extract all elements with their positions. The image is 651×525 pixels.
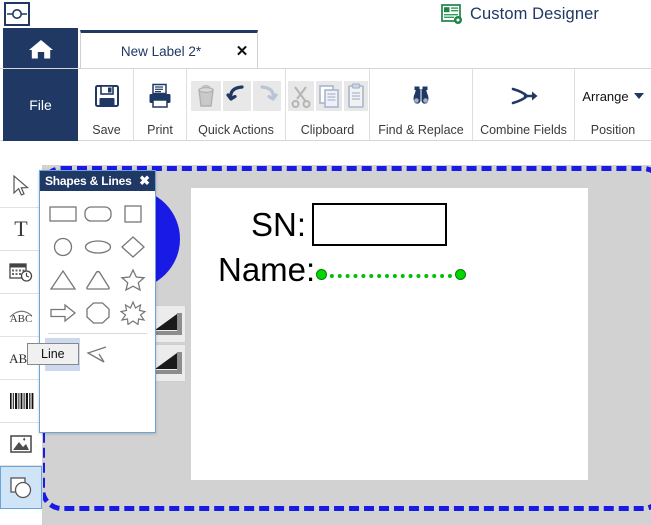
datetime-tool[interactable] — [0, 251, 42, 294]
print-icon[interactable] — [145, 81, 175, 111]
cut-icon[interactable] — [287, 81, 314, 111]
barcode-tool[interactable] — [0, 380, 42, 423]
curved-text-tool[interactable]: ABC — [0, 294, 42, 337]
rectangle-shape[interactable] — [45, 197, 80, 230]
ribbon-group-label: Find & Replace — [378, 123, 464, 137]
ribbon-group-label: Position — [590, 123, 636, 137]
binoculars-icon[interactable] — [405, 82, 437, 110]
curved-text-icon: ABC — [9, 310, 33, 325]
gradient-triangle-icon — [154, 352, 182, 374]
arrange-dropdown[interactable]: Arrange — [582, 88, 644, 104]
ribbon-group-label: Clipboard — [300, 123, 355, 137]
shape-grid — [40, 191, 155, 329]
shapes-panel-title: Shapes & Lines — [45, 174, 132, 188]
copy-icon[interactable] — [315, 81, 342, 111]
undo-icon[interactable] — [223, 81, 251, 111]
rounded-rectangle-shape[interactable] — [80, 197, 115, 230]
calendar-clock-icon — [9, 263, 33, 282]
sn-row: SN: — [251, 203, 448, 246]
arrow-right-shape[interactable] — [45, 296, 80, 329]
select-tool[interactable] — [0, 165, 42, 208]
chevron-down-icon — [633, 92, 644, 99]
rounded-triangle-shape[interactable] — [80, 263, 115, 296]
label-canvas[interactable]: SN: Name: — [191, 188, 588, 480]
line-tooltip: Line — [27, 343, 79, 365]
home-tab[interactable] — [3, 28, 78, 69]
name-label: Name: — [218, 251, 316, 288]
sn-label: SN: — [251, 205, 307, 243]
document-tab-label: New Label 2* — [120, 43, 202, 59]
ribbon-toolbar: File Save Print Quick Actions Clipboard … — [0, 69, 651, 141]
ribbon-group-find-replace: Find & Replace — [370, 69, 473, 140]
custom-designer-icon — [441, 4, 462, 24]
ribbon-group-clipboard: Clipboard — [286, 69, 370, 140]
sn-field-box[interactable] — [312, 203, 448, 246]
diamond-shape[interactable] — [115, 230, 150, 263]
ribbon-group-print: Print — [134, 69, 187, 140]
ribbon-group-label: Quick Actions — [198, 123, 274, 137]
line-handle-left[interactable] — [316, 269, 328, 280]
ribbon-group-label: Save — [92, 123, 121, 137]
workspace: SN: Name: T ABC ABc Shapes & Lines ✖ Lin… — [0, 141, 651, 525]
app-logo-glyph — [7, 9, 27, 19]
gradient-triangle-icon — [154, 313, 182, 335]
star-5-shape[interactable] — [115, 263, 150, 296]
document-tab[interactable]: New Label 2* ✕ — [80, 30, 258, 69]
file-menu-button[interactable]: File — [3, 69, 78, 141]
document-title: Custom Designer — [441, 1, 599, 28]
cursor-arrow-icon — [13, 174, 30, 196]
tab-strip: New Label 2* ✕ — [0, 28, 651, 69]
app-logo-icon[interactable] — [4, 2, 30, 26]
polyline-shape[interactable] — [80, 338, 115, 371]
ribbon-group-save: Save — [80, 69, 134, 140]
shapes-panel-titlebar[interactable]: Shapes & Lines ✖ — [40, 171, 155, 191]
document-title-text: Custom Designer — [470, 5, 599, 23]
home-icon — [28, 39, 53, 58]
close-icon[interactable]: ✖ — [135, 173, 150, 189]
square-shape[interactable] — [115, 197, 150, 230]
paste-icon[interactable] — [343, 81, 368, 111]
line-stroke — [322, 274, 461, 278]
ellipse-shape[interactable] — [80, 230, 115, 263]
arrange-label: Arrange — [582, 88, 629, 104]
svg-text:ABC: ABC — [10, 313, 33, 325]
line-handle-right[interactable] — [455, 269, 467, 280]
shapes-icon — [10, 476, 32, 498]
circle-shape[interactable] — [45, 230, 80, 263]
name-row: Name: — [218, 251, 467, 288]
ribbon-group-combine-fields: Combine Fields — [473, 69, 575, 140]
ribbon-group-quick-actions: Quick Actions — [187, 69, 286, 140]
barcode-icon — [10, 393, 34, 409]
name-underline-line[interactable] — [316, 268, 467, 284]
picture-icon — [10, 435, 32, 453]
title-bar: Custom Designer — [0, 0, 651, 28]
triangle-shape[interactable] — [45, 263, 80, 296]
redo-icon[interactable] — [253, 81, 281, 111]
image-tool[interactable] — [0, 423, 42, 466]
star-8-shape[interactable] — [115, 296, 150, 329]
shapes-tool[interactable] — [0, 466, 42, 509]
save-icon[interactable] — [92, 81, 122, 111]
shapes-and-lines-panel[interactable]: Shapes & Lines ✖ — [39, 170, 156, 433]
delete-icon[interactable] — [191, 81, 221, 111]
ribbon-group-label: Combine Fields — [480, 123, 567, 137]
ribbon-group-position: Arrange Position — [575, 69, 651, 140]
octagon-shape[interactable] — [80, 296, 115, 329]
ribbon-group-label: Print — [147, 123, 173, 137]
text-t-icon: T — [14, 217, 28, 241]
combine-fields-icon[interactable] — [505, 83, 543, 109]
text-tool[interactable]: T — [0, 208, 42, 251]
svg-text:T: T — [14, 217, 28, 241]
close-icon[interactable]: ✕ — [227, 44, 257, 59]
